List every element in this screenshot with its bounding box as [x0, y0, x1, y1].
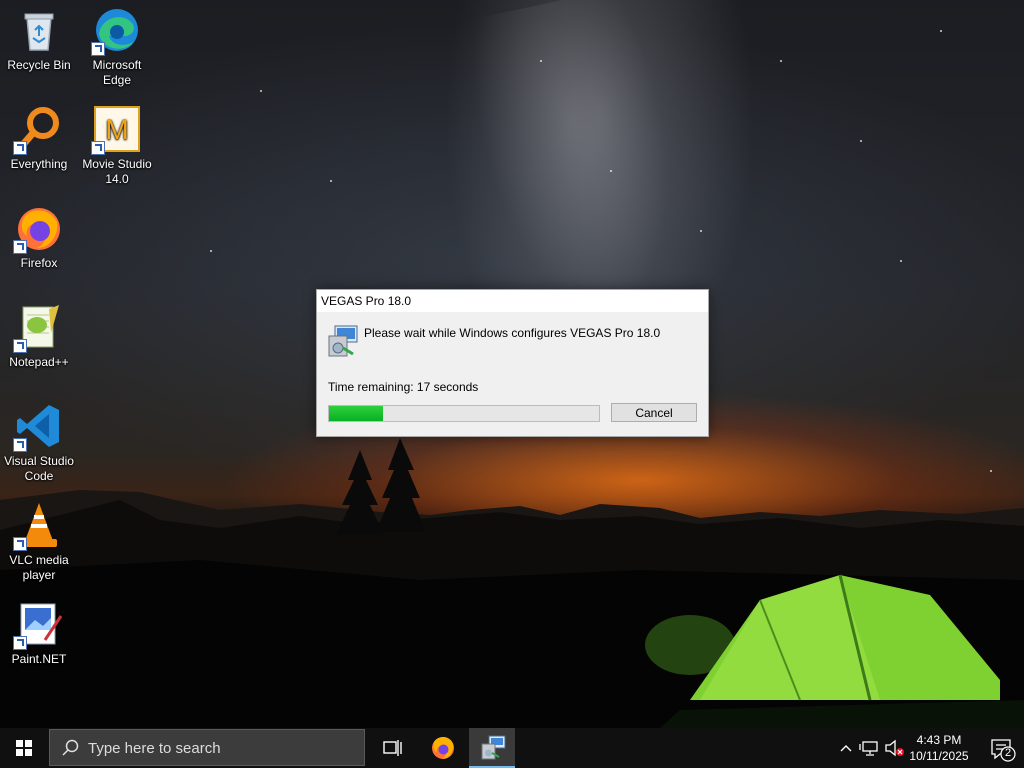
desktop-icon-label: Microsoft Edge [92, 58, 142, 87]
windows-logo-icon [16, 740, 32, 756]
shortcut-arrow-icon [13, 438, 27, 452]
dialog-message: Please wait while Windows configures VEG… [364, 326, 661, 340]
desktop-icon-firefox[interactable]: Firefox [0, 204, 78, 271]
svg-text:M: M [105, 114, 128, 145]
taskbar-firefox-button[interactable] [420, 728, 466, 768]
task-view-button[interactable] [372, 728, 412, 768]
installer-dialog: VEGAS Pro 18.0 Please wait while Windows… [316, 289, 709, 437]
desktop-icon-vlc[interactable]: VLC media player [0, 501, 78, 583]
paint-net-icon [13, 600, 63, 650]
recycle-bin-icon [15, 6, 63, 54]
shortcut-arrow-icon [13, 141, 27, 155]
shortcut-arrow-icon [13, 339, 27, 353]
chevron-up-icon [840, 745, 852, 752]
desktop-icon-label: Everything [10, 157, 68, 171]
taskbar-clock[interactable]: 4:43 PM 10/11/2025 [902, 732, 976, 764]
notepad-plus-plus-icon [13, 303, 63, 353]
desktop-icon-notepad-plus-plus[interactable]: Notepad++ [0, 303, 78, 370]
shortcut-arrow-icon [13, 636, 27, 650]
taskbar-search-box[interactable]: Type here to search [49, 729, 365, 766]
dialog-title: VEGAS Pro 18.0 [317, 290, 708, 312]
taskbar: Type here to search 4:43 PM 10/11/2025 2 [0, 728, 1024, 768]
shortcut-arrow-icon [91, 141, 105, 155]
desktop-icon-label: Visual Studio Code [4, 454, 74, 483]
vlc-icon [13, 501, 63, 551]
mountain-tent-scene [0, 438, 1024, 728]
desktop-icon-visual-studio-code[interactable]: Visual Studio Code [0, 402, 78, 484]
windows-installer-icon [327, 324, 359, 358]
shortcut-arrow-icon [13, 537, 27, 551]
clock-date: 10/11/2025 [909, 749, 969, 763]
progress-fill [329, 406, 383, 421]
desktop-icon-label: Paint.NET [11, 652, 67, 666]
network-icon [859, 741, 878, 756]
firefox-icon [13, 204, 63, 254]
desktop-icon-microsoft-edge[interactable]: Microsoft Edge [78, 6, 156, 88]
edge-icon [91, 6, 141, 56]
notification-icon [991, 739, 1016, 762]
desktop-icon-everything[interactable]: Everything [0, 105, 78, 172]
desktop-icon-label: Notepad++ [9, 355, 69, 369]
everything-search-icon [13, 105, 63, 155]
cancel-button[interactable]: Cancel [611, 403, 697, 422]
desktop-icon-label: Recycle Bin [7, 58, 71, 72]
desktop-icon-movie-studio[interactable]: M Movie Studio 14.0 [78, 105, 156, 187]
desktop-icon-label: Firefox [20, 256, 58, 270]
task-view-icon [383, 740, 402, 756]
clock-time: 4:43 PM [916, 733, 962, 747]
notification-count-badge: 2 [1004, 747, 1012, 759]
shortcut-arrow-icon [13, 240, 27, 254]
windows-installer-icon [481, 735, 506, 760]
time-remaining-text: Time remaining: 17 seconds [328, 380, 479, 394]
search-icon [62, 739, 79, 756]
install-progress-bar [328, 405, 600, 422]
firefox-icon [432, 736, 454, 759]
desktop-icon-label: VLC media player [9, 553, 69, 582]
show-hidden-icons-button[interactable] [836, 728, 856, 768]
vscode-icon [13, 402, 63, 452]
search-placeholder: Type here to search [88, 740, 221, 757]
movie-studio-icon: M [91, 105, 141, 155]
action-center-button[interactable]: 2 [982, 728, 1024, 768]
shortcut-arrow-icon [91, 42, 105, 56]
desktop-icon-paint-net[interactable]: Paint.NET [0, 600, 78, 667]
network-button[interactable] [858, 728, 882, 768]
desktop-icon-recycle-bin[interactable]: Recycle Bin [0, 6, 78, 73]
desktop-icon-label: Movie Studio 14.0 [82, 157, 152, 186]
taskbar-installer-button[interactable] [469, 728, 515, 768]
start-button[interactable] [0, 728, 48, 768]
